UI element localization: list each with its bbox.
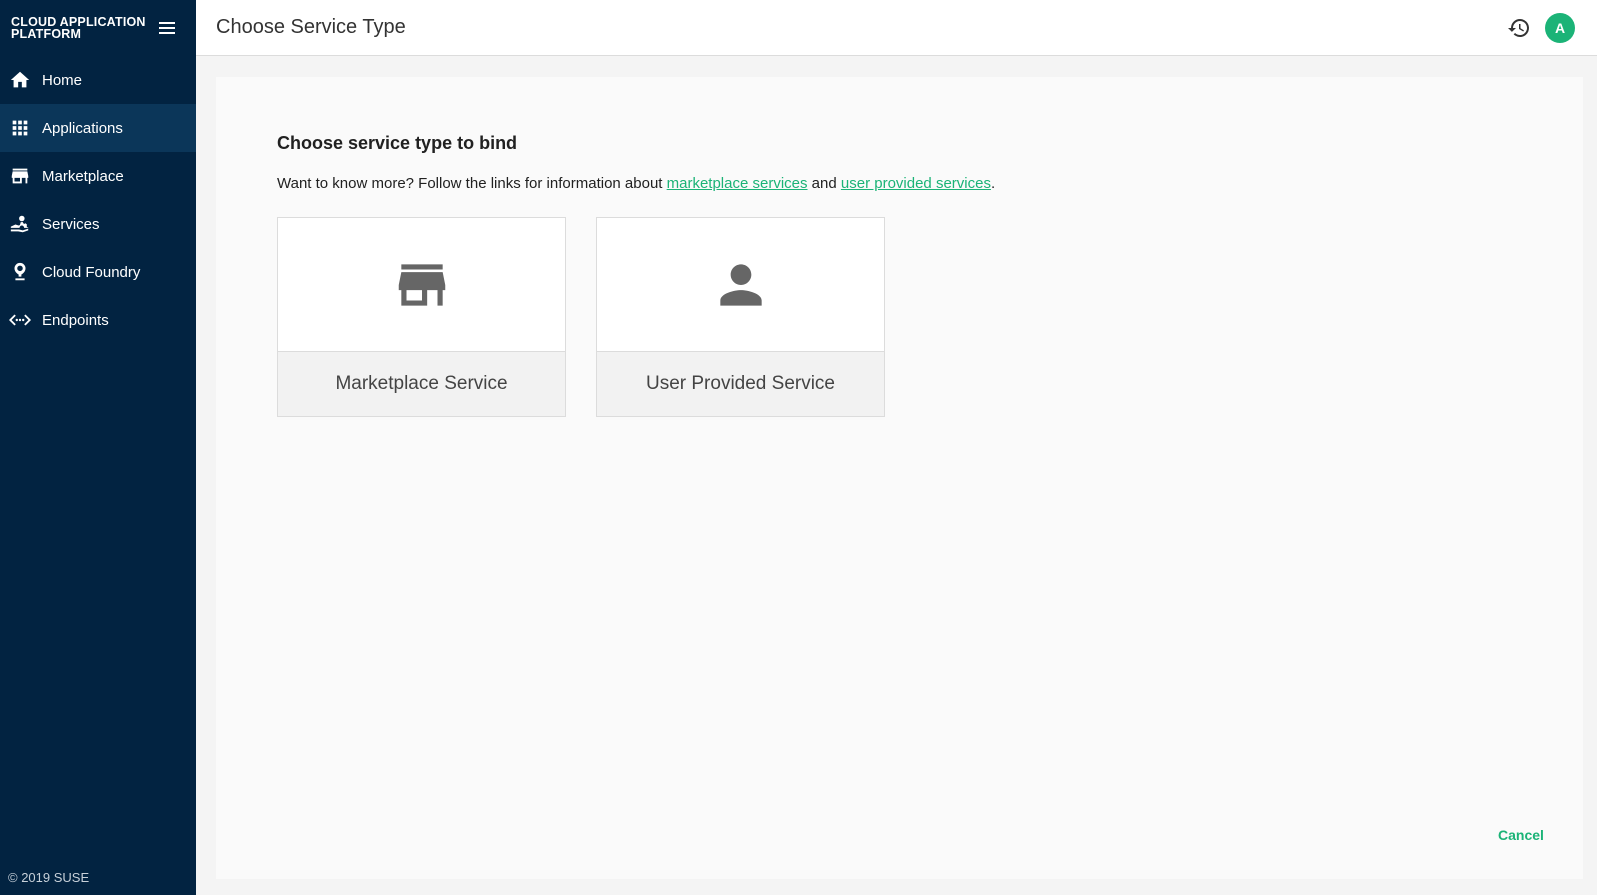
sidebar-item-label: Cloud Foundry [42, 263, 141, 281]
section-heading: Choose service type to bind [277, 133, 518, 153]
card-icon-area [278, 218, 565, 351]
info-text: Want to know more? Follow the links for … [277, 175, 995, 192]
top-bar: Choose Service Type A [196, 0, 1597, 56]
cancel-button[interactable]: Cancel [1498, 827, 1544, 843]
services-hand-icon [9, 213, 31, 235]
copyright-footer: © 2019 SUSE [8, 870, 90, 885]
store-icon [9, 165, 31, 187]
card-label: User Provided Service [597, 351, 884, 416]
marketplace-service-card[interactable]: Marketplace Service [277, 217, 566, 417]
card-label: Marketplace Service [278, 351, 565, 416]
info-and: and [807, 175, 841, 192]
hamburger-menu-icon[interactable] [158, 19, 178, 37]
sidebar-item-cloud-foundry[interactable]: Cloud Foundry [0, 248, 196, 296]
brand-logo-text: CLOUD APPLICATION PLATFORM [11, 15, 146, 41]
user-avatar[interactable]: A [1545, 13, 1575, 43]
page-title: Choose Service Type [216, 16, 406, 38]
sidebar-item-services[interactable]: Services [0, 200, 196, 248]
marketplace-services-link[interactable]: marketplace services [667, 175, 808, 192]
apps-grid-icon [9, 117, 31, 139]
cloud-foundry-icon [9, 261, 31, 283]
sidebar-item-label: Services [42, 215, 100, 233]
main-panel: Choose service type to bind Want to know… [216, 77, 1583, 879]
endpoints-icon [9, 309, 31, 331]
user-provided-service-card[interactable]: User Provided Service [596, 217, 885, 417]
sidebar-item-marketplace[interactable]: Marketplace [0, 152, 196, 200]
info-prefix: Want to know more? Follow the links for … [277, 175, 667, 192]
sidebar-item-applications[interactable]: Applications [0, 104, 196, 152]
person-icon [719, 263, 762, 306]
brand: CLOUD APPLICATION PLATFORM [0, 0, 196, 56]
sidebar-item-label: Applications [42, 119, 123, 137]
sidebar-item-endpoints[interactable]: Endpoints [0, 296, 196, 344]
home-icon [9, 69, 31, 91]
sidebar: CLOUD APPLICATION PLATFORM Home Applicat… [0, 0, 196, 895]
sidebar-item-home[interactable]: Home [0, 56, 196, 104]
user-provided-services-link[interactable]: user provided services [841, 175, 991, 192]
card-icon-area [597, 218, 884, 351]
sidebar-item-label: Marketplace [42, 167, 124, 185]
sidebar-item-label: Home [42, 71, 83, 89]
store-icon [398, 263, 445, 306]
sidebar-nav: Home Applications Marketplace Services C… [0, 56, 196, 344]
sidebar-item-label: Endpoints [42, 311, 109, 329]
info-suffix: . [990, 175, 996, 192]
history-icon[interactable] [1507, 16, 1531, 40]
